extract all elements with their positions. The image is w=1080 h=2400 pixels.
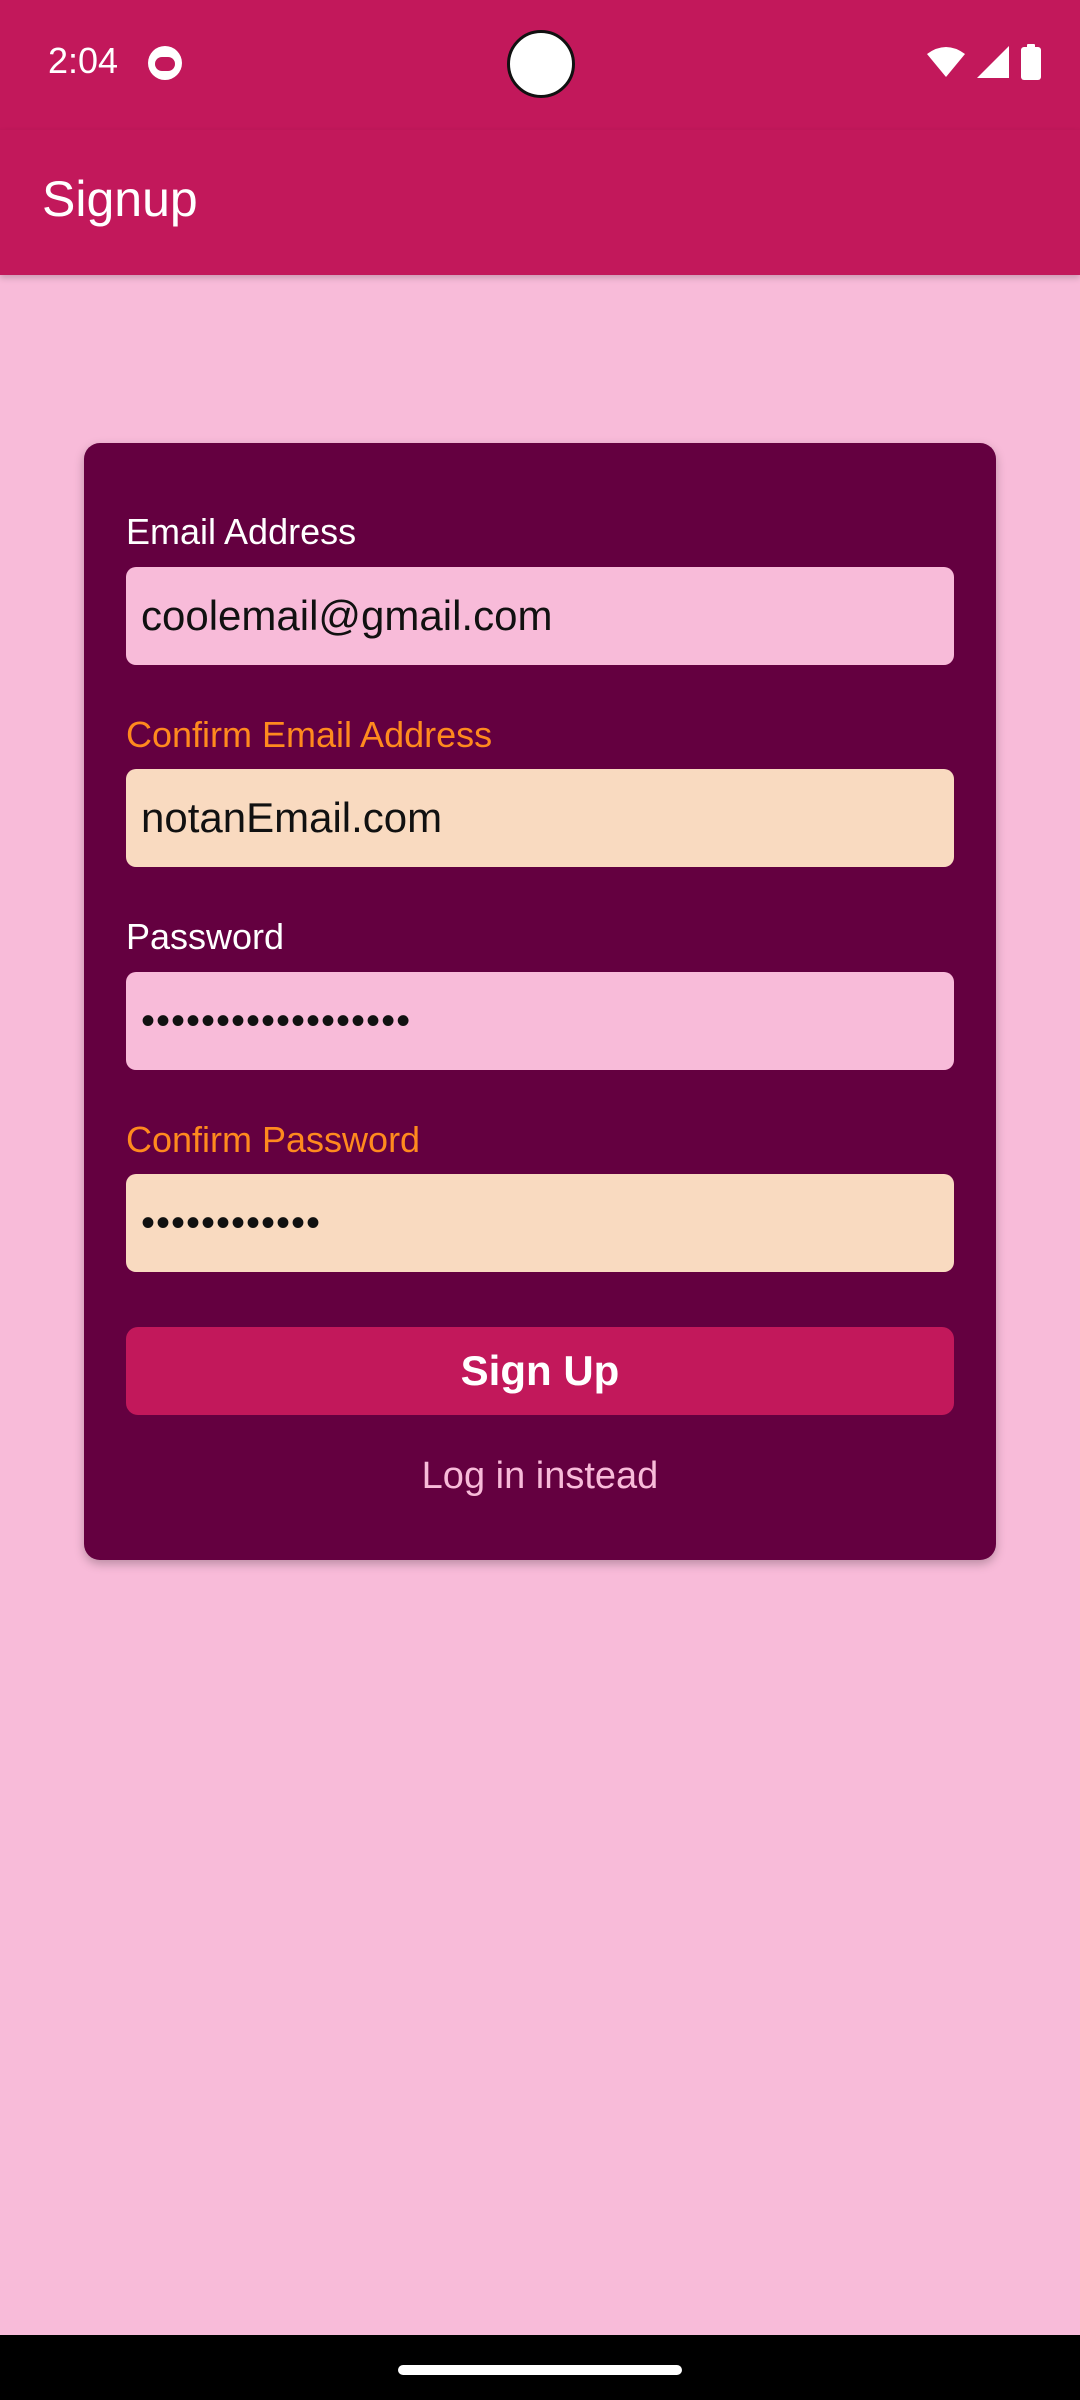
email-label: Email Address <box>126 511 357 552</box>
status-icons <box>926 44 1042 80</box>
wifi-icon <box>926 46 966 78</box>
app-bar: Signup <box>0 130 1080 275</box>
password-field[interactable]: •••••••••••••••••• <box>126 972 954 1070</box>
confirm-password-field[interactable]: •••••••••••• <box>126 1174 954 1272</box>
battery-icon <box>1020 44 1042 80</box>
navigation-bar <box>0 2335 1080 2400</box>
email-field[interactable]: coolemail@gmail.com <box>126 567 954 665</box>
status-bar: 2:04 <box>0 0 1080 130</box>
confirm-email-field[interactable]: notanEmail.com <box>126 769 954 867</box>
home-handle[interactable] <box>398 2365 682 2375</box>
signup-button[interactable]: Sign Up <box>126 1327 954 1415</box>
confirm-password-label: Confirm Password <box>126 1119 421 1160</box>
notification-icon <box>148 46 182 80</box>
camera-cutout <box>507 30 575 98</box>
login-instead-link[interactable]: Log in instead <box>84 1455 996 1498</box>
signup-card: Email Address coolemail@gmail.com Confir… <box>84 443 996 1560</box>
status-time: 2:04 <box>48 40 119 81</box>
signal-icon <box>976 45 1010 79</box>
password-label: Password <box>126 916 285 957</box>
page-title: Signup <box>42 171 198 227</box>
confirm-email-label: Confirm Email Address <box>126 714 493 755</box>
